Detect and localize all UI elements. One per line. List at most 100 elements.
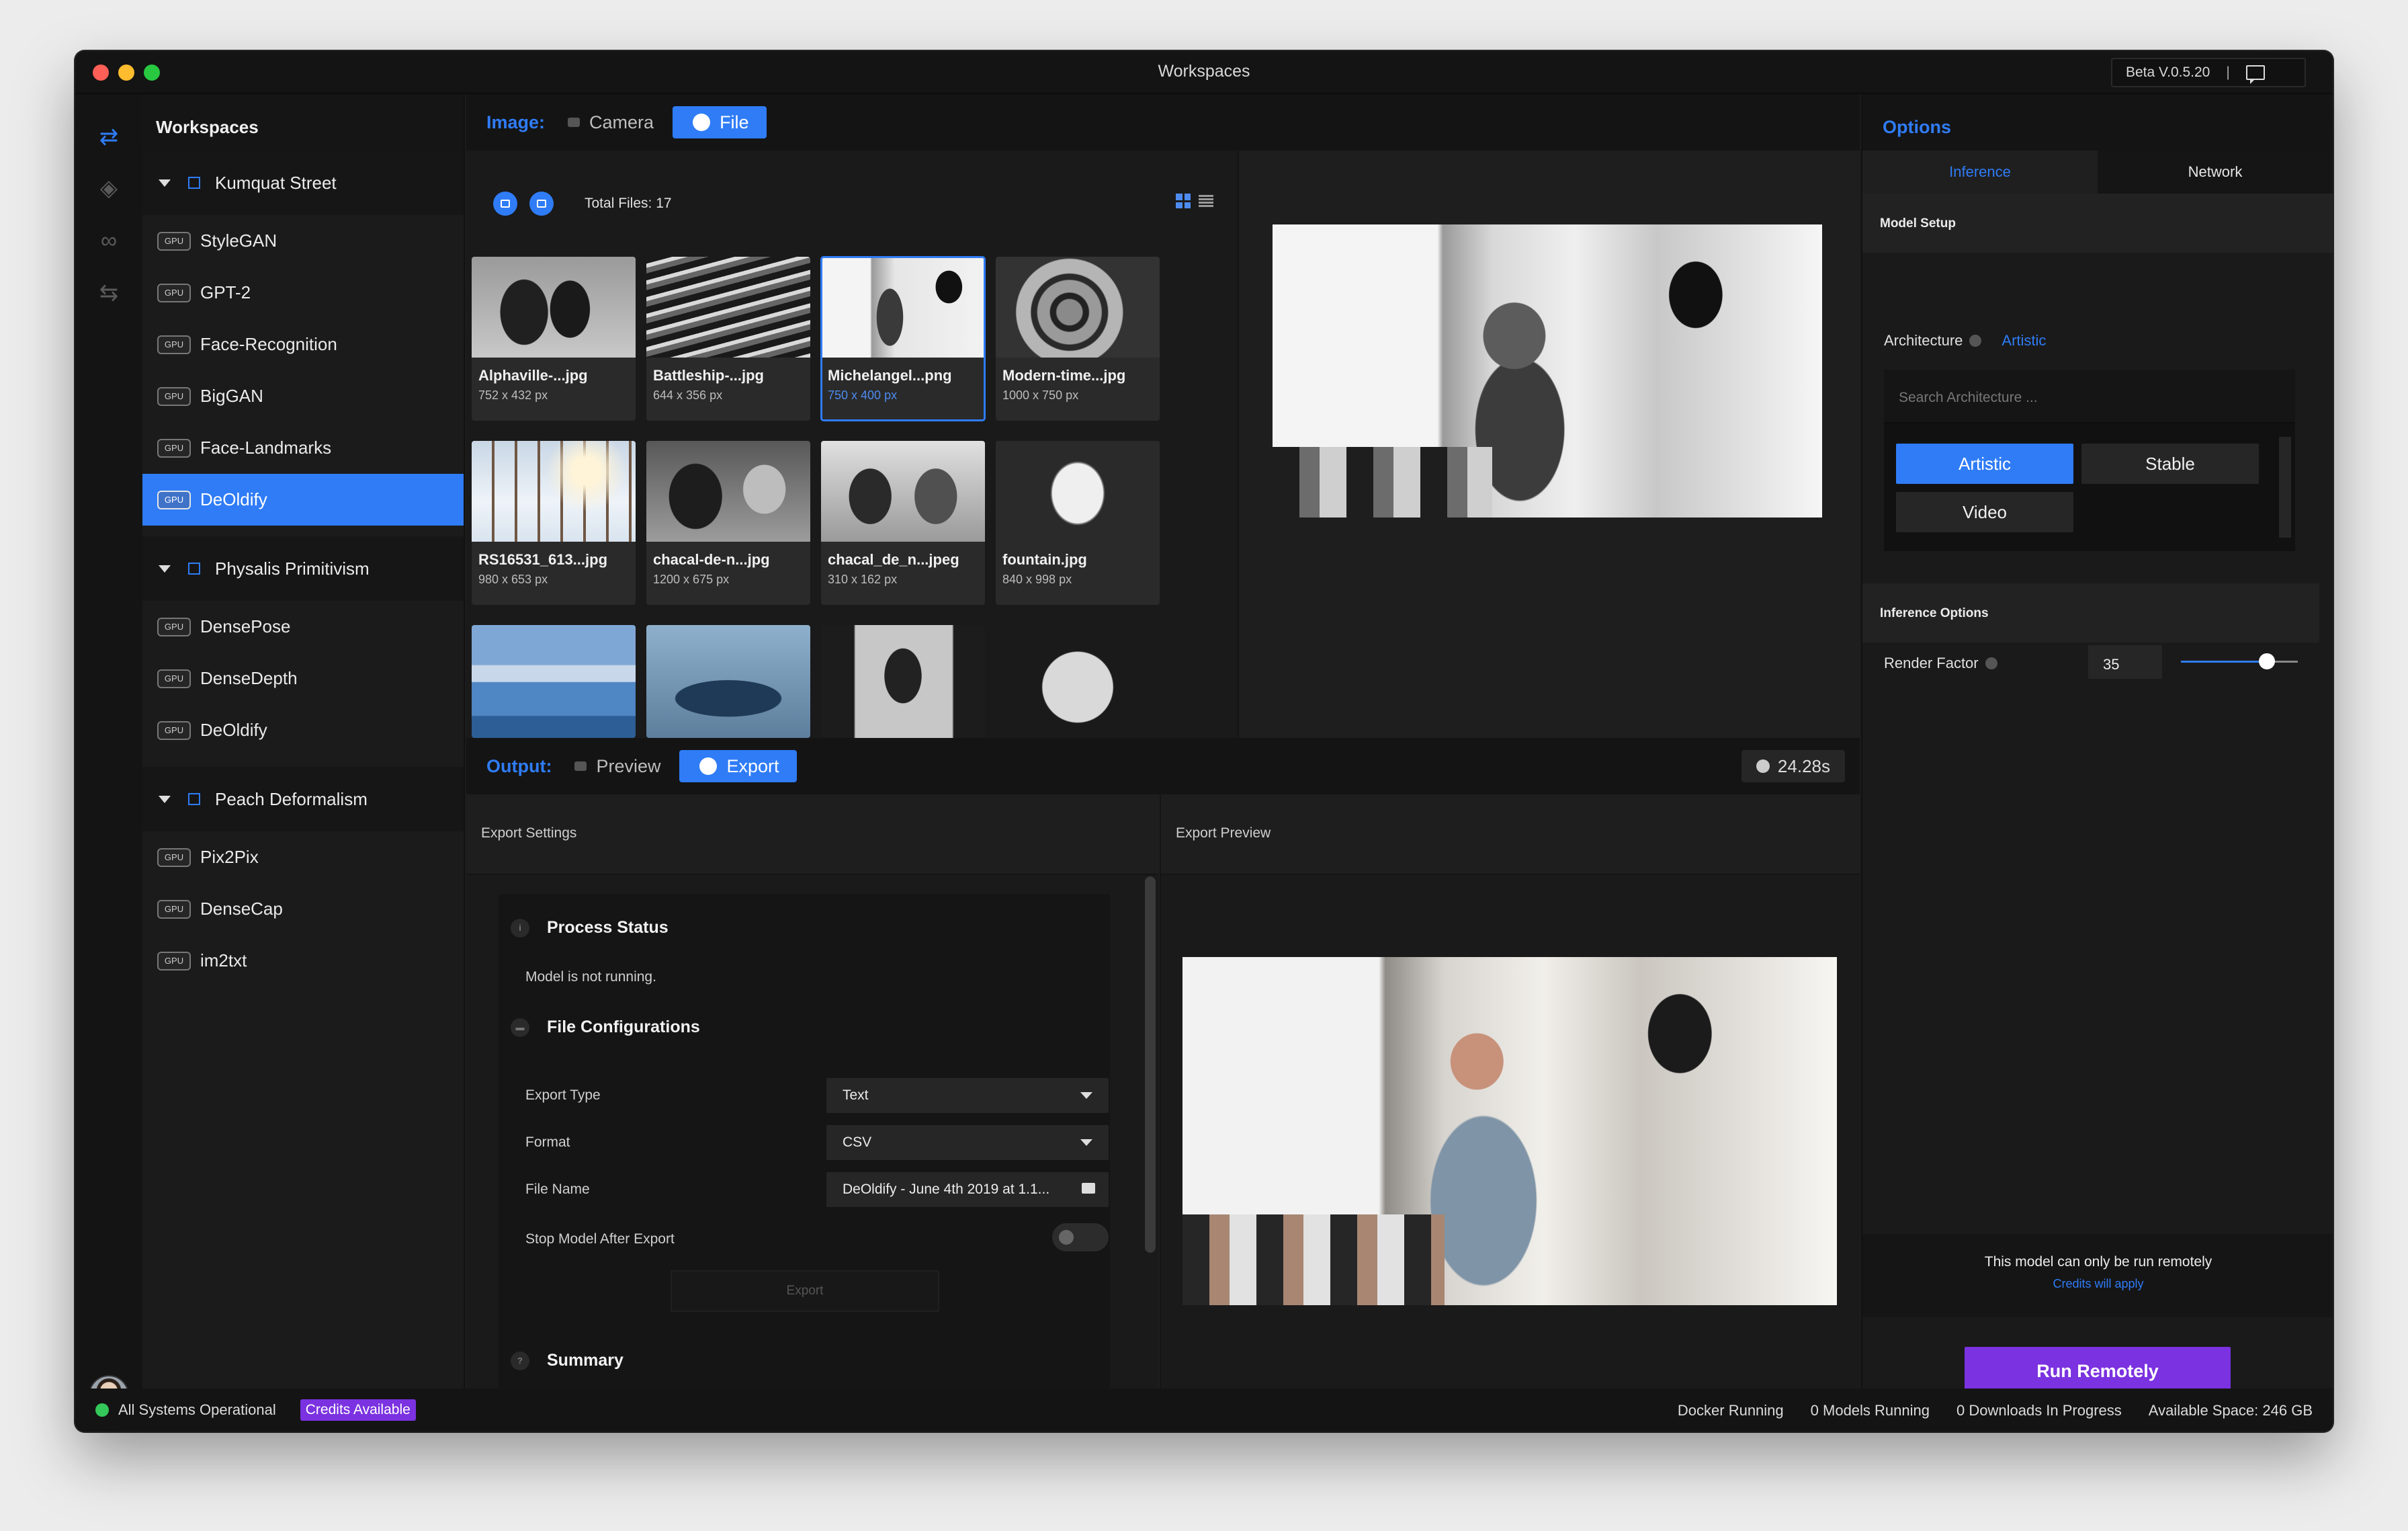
swap-arrows-icon[interactable]: ⇄ [95,124,122,151]
remote-notice-text: This model can only be run remotely [1984,1254,2212,1270]
export-settings-title: Export Settings [466,794,1158,875]
camera-label: Camera [589,112,654,132]
thumbnail-dimensions: 1000 x 750 px [1002,388,1079,402]
tab-network[interactable]: Network [2098,151,2333,194]
thumbnail-image [821,441,985,542]
model-item-densepose[interactable]: GPU DensePose [142,601,464,653]
icon-rail: ⇄ ◈ ∞ ⇆ [75,94,142,1415]
architecture-search-input[interactable]: Search Architecture ... [1884,370,2295,423]
thumbnail-tile[interactable]: Modern-time...jpg 1000 x 750 px [996,257,1160,421]
thumbnail-tile[interactable] [821,625,985,738]
feedback-icon[interactable] [2245,65,2265,84]
thumbnail-dimensions: 840 x 998 px [1002,573,1072,586]
thumbnail-tile[interactable] [996,625,1160,738]
thumbnail-tile[interactable] [472,625,636,738]
folder-icon[interactable] [1082,1183,1095,1194]
gpu-badge: GPU [157,617,191,636]
export-type-select[interactable]: Text [826,1078,1109,1113]
list-view-icon[interactable] [1199,194,1213,208]
export-tab[interactable]: Export [679,750,797,782]
preview-tab[interactable]: Preview [574,756,660,777]
render-factor-input[interactable]: 35 [2088,645,2162,679]
credits-badge[interactable]: Credits Available [300,1399,416,1421]
thumbnail-dimensions: 980 x 653 px [478,573,548,586]
thumbnail-tile[interactable]: fountain.jpg 840 x 998 px [996,441,1160,605]
model-item-deoldify-selected[interactable]: GPU DeOldify [142,474,464,526]
stop-model-label: Stop Model After Export [525,1231,675,1247]
file-name-value: DeOldify - June 4th 2019 at 1.1... [843,1182,1050,1197]
camera-icon [568,118,580,127]
model-item-biggan[interactable]: GPU BigGAN [142,370,464,422]
image-label: Image: [486,112,546,132]
model-label: DenseDepth [200,668,298,688]
format-label: Format [525,1134,570,1150]
export-type-label: Export Type [525,1087,601,1103]
model-item-densecap[interactable]: GPU DenseCap [142,883,464,935]
file-tab[interactable]: File [673,106,767,138]
grid-view-icon[interactable] [1176,194,1191,208]
render-factor-slider[interactable] [2181,661,2298,663]
architecture-chip-artistic[interactable]: Artistic [1896,444,2073,484]
camera-tab[interactable]: Camera [568,112,654,133]
file-config-heading: ▬ File Configurations [511,1018,700,1037]
model-item-stylegan[interactable]: GPU StyleGAN [142,215,464,267]
render-factor-slider-thumb[interactable] [2259,653,2275,669]
thumbnail-tile[interactable]: Battleship-...jpg 644 x 356 px [646,257,810,421]
info-icon[interactable] [1969,335,1982,347]
docker-status: Docker Running [1677,1402,1784,1419]
architecture-chip-video[interactable]: Video [1896,492,2073,532]
thumbnail-tile-selected[interactable]: Michelangel...png 750 x 400 px [820,256,986,421]
model-item-densedepth[interactable]: GPU DenseDepth [142,653,464,704]
file-add-icon[interactable] [529,192,554,216]
systems-status: All Systems Operational [118,1401,276,1418]
thumbnail-image [996,441,1160,542]
thumbnail-tile[interactable]: Alphaville-...jpg 752 x 432 px [472,257,636,421]
link-icon[interactable]: ∞ [95,227,122,254]
total-files-label: Total Files: 17 [585,196,672,211]
model-item-gpt-2[interactable]: GPU GPT-2 [142,267,464,319]
workspace-group-kumquat-street[interactable]: Kumquat Street [142,151,464,215]
export-type-value: Text [843,1087,869,1103]
image-source-bar: Image: Camera File [466,94,1860,151]
thumbnail-name: Alphaville-...jpg [478,367,588,384]
workspace-group-peach-deformalism[interactable]: Peach Deformalism [142,767,464,831]
gpu-badge: GPU [157,231,191,251]
file-config-label: File Configurations [547,1018,700,1036]
workspace-icon [188,793,200,805]
thumbnail-dimensions: 1200 x 675 px [653,573,730,586]
thumbnail-tile[interactable] [646,625,810,738]
title-bar: Workspaces Beta V.0.5.20 | [75,51,2333,94]
architecture-chip-stable[interactable]: Stable [2081,444,2259,484]
thumbnail-tile[interactable]: chacal_de_n...jpeg 310 x 162 px [821,441,985,605]
model-item-face-landmarks[interactable]: GPU Face-Landmarks [142,422,464,474]
export-preview-title: Export Preview [1161,794,1860,875]
info-icon[interactable] [1985,657,1997,669]
workflow-icon[interactable]: ⇆ [95,280,122,306]
thumbnail-tile[interactable]: chacal-de-n...jpg 1200 x 675 px [646,441,810,605]
architecture-row: Architecture Artistic [1884,332,2046,349]
model-item-face-recognition[interactable]: GPU Face-Recognition [142,319,464,370]
file-name-field[interactable]: DeOldify - June 4th 2019 at 1.1... [826,1172,1109,1207]
layers-icon[interactable]: ◈ [95,175,122,202]
model-item-deoldify[interactable]: GPU DeOldify [142,704,464,756]
workspace-group-physalis-primitivism[interactable]: Physalis Primitivism [142,536,464,601]
thumbnail-name: chacal-de-n...jpg [653,551,770,568]
credits-note-link[interactable]: Credits will apply [1862,1277,2333,1291]
settings-scrollbar[interactable] [1145,876,1156,1253]
stop-model-toggle[interactable] [1052,1223,1109,1251]
folder-add-icon[interactable] [493,192,517,216]
thumbnail-name: fountain.jpg [1002,551,1087,568]
thumbnail-name: chacal_de_n...jpeg [828,551,959,568]
architecture-scrollbar[interactable] [2279,437,2291,538]
export-button[interactable]: Export [671,1270,939,1312]
window-title: Workspaces [1158,62,1250,81]
gpu-badge: GPU [157,951,191,970]
model-item-pix2pix[interactable]: GPU Pix2Pix [142,831,464,883]
model-item-im2txt[interactable]: GPU im2txt [142,935,464,987]
tab-inference[interactable]: Inference [1862,151,2098,194]
process-status-label: Process Status [547,918,669,937]
format-select[interactable]: CSV [826,1125,1109,1160]
render-factor-label: Render Factor [1884,655,1979,671]
thumbnail-image [646,257,810,358]
thumbnail-tile[interactable]: RS16531_613...jpg 980 x 653 px [472,441,636,605]
